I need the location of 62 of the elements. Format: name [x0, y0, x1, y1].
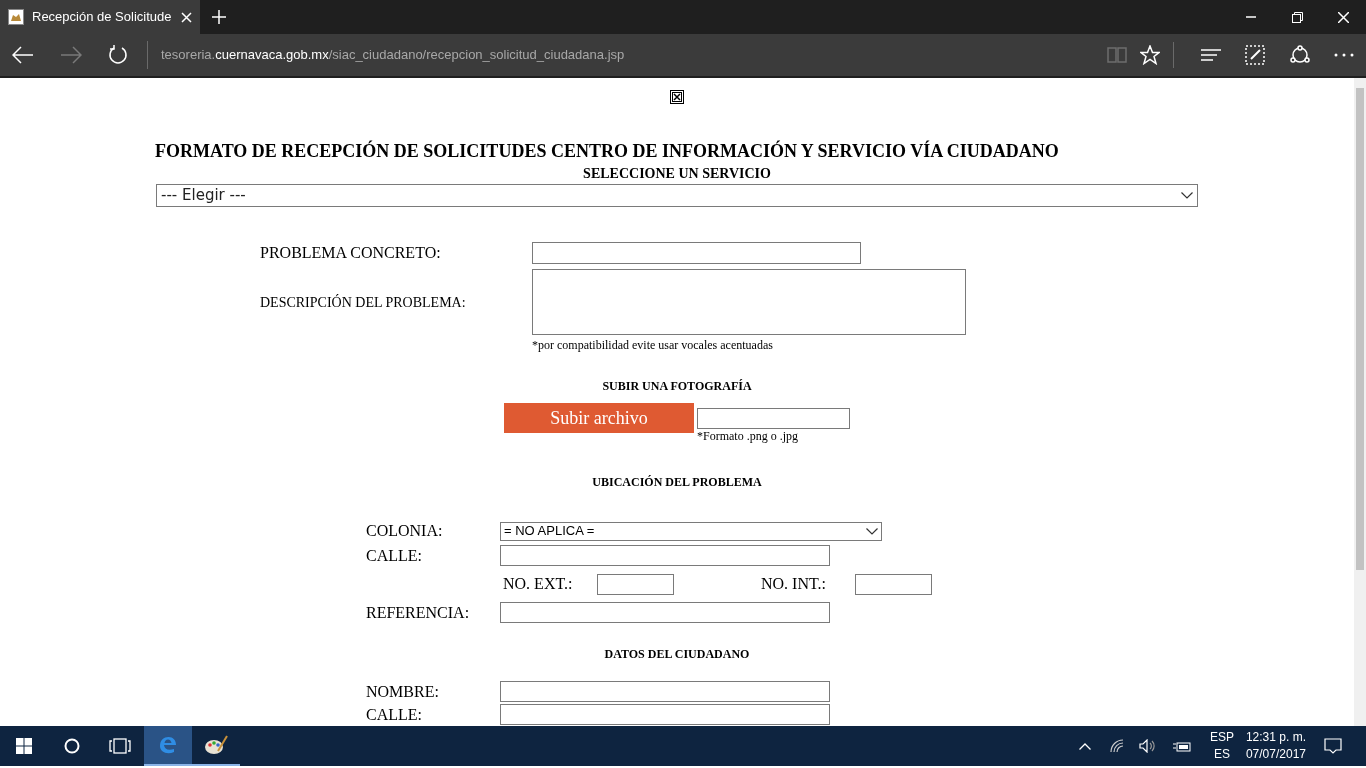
browser-tab[interactable]: Recepción de Solicitude: [0, 0, 200, 34]
input-field[interactable]: [532, 242, 861, 264]
notifications-icon[interactable]: [1324, 738, 1342, 754]
field-label: DESCRIPCIÓN DEL PROBLEMA:: [260, 293, 467, 312]
field-label: REFERENCIA:: [366, 602, 471, 623]
more-icon[interactable]: [1334, 53, 1354, 57]
input-field[interactable]: [855, 573, 932, 595]
input-field[interactable]: [500, 704, 830, 725]
input-field[interactable]: [597, 573, 674, 595]
section-heading: DATOS DEL CIUDADANO: [604, 646, 750, 663]
tab-title: Recepción de Solicitude: [32, 8, 173, 27]
speaker-icon[interactable]: [1138, 739, 1155, 753]
field-label: NOMBRE:: [366, 681, 440, 702]
input-field[interactable]: [500, 681, 830, 702]
section-heading: SUBIR UNA FOTOGRAFÍA: [602, 378, 752, 395]
back-icon[interactable]: [12, 46, 34, 64]
section-heading: SELECCIONE UN SERVICIO: [583, 166, 771, 182]
input-language[interactable]: ESP: [1209, 729, 1234, 746]
field-label: CALLE:: [366, 545, 423, 566]
forward-icon[interactable]: [60, 46, 82, 64]
close-tab-icon[interactable]: [181, 11, 192, 23]
page-title: FORMATO DE RECEPCIÓN DE SOLICITUDES CENTRO DE INFORMACIÓN Y SERVICIO VÍA CIUDADANO: [155, 140, 1060, 162]
clock-time[interactable]: 12:31 p. m.: [1245, 729, 1306, 746]
new-tab-icon[interactable]: [212, 10, 226, 24]
field-label: COLONIA:: [366, 521, 444, 541]
input-field[interactable]: [500, 602, 830, 623]
service-dropdown[interactable]: --- Elegir ---: [156, 184, 1198, 207]
start-windows-icon[interactable]: [16, 738, 32, 754]
field-label: PROBLEMA CONCRETO:: [260, 243, 442, 263]
chevron-up-icon[interactable]: [1078, 742, 1091, 750]
favorite-star-icon[interactable]: [1140, 45, 1160, 65]
restore-icon[interactable]: [1291, 11, 1303, 23]
close-icon[interactable]: [1337, 11, 1349, 23]
upload-file-button[interactable]: Subir archivo: [504, 403, 694, 433]
battery-icon[interactable]: [1172, 740, 1191, 752]
search-icon[interactable]: [64, 738, 80, 754]
hub-icon[interactable]: [1201, 48, 1221, 62]
section-heading: UBICACIÓN DEL PROBLEMA: [592, 474, 762, 491]
task-view-icon[interactable]: [109, 738, 131, 754]
dropdown-caret-icon: [866, 527, 878, 535]
wifi-icon[interactable]: [1109, 739, 1124, 753]
field-label: CALLE:: [366, 704, 423, 725]
hint-text: *por compatibilidad evite usar vocales acentuadas: [532, 337, 774, 353]
address-bar[interactable]: tesoreria.cuernavaca.gob.mx/siac_ciudadano/recepcion_solicitud_ciudadana.jsp: [161, 45, 625, 65]
refresh-icon[interactable]: [108, 45, 128, 65]
broken-image-icon: [670, 90, 684, 104]
file-name-field[interactable]: [697, 408, 850, 429]
input-field[interactable]: [500, 545, 830, 566]
paint-palette-icon: [204, 734, 228, 756]
field-label: NO. INT.:: [761, 574, 828, 594]
field-label: NO. EXT.:: [503, 574, 574, 594]
share-icon[interactable]: [1289, 45, 1311, 65]
keyboard-layout[interactable]: ES: [1213, 746, 1230, 763]
dropdown-caret-icon: [1181, 192, 1193, 199]
hint-text: *Formato .png o .jpg: [697, 429, 799, 443]
browser-app-icon: [157, 734, 179, 756]
scrollbar[interactable]: [1354, 78, 1366, 726]
colonia-dropdown[interactable]: = NO APLICA =: [500, 521, 882, 541]
page-favicon-icon: [8, 9, 24, 25]
clock-date[interactable]: 07/07/2017: [1245, 746, 1306, 763]
text-area[interactable]: [532, 269, 966, 335]
web-note-icon[interactable]: [1245, 45, 1265, 65]
